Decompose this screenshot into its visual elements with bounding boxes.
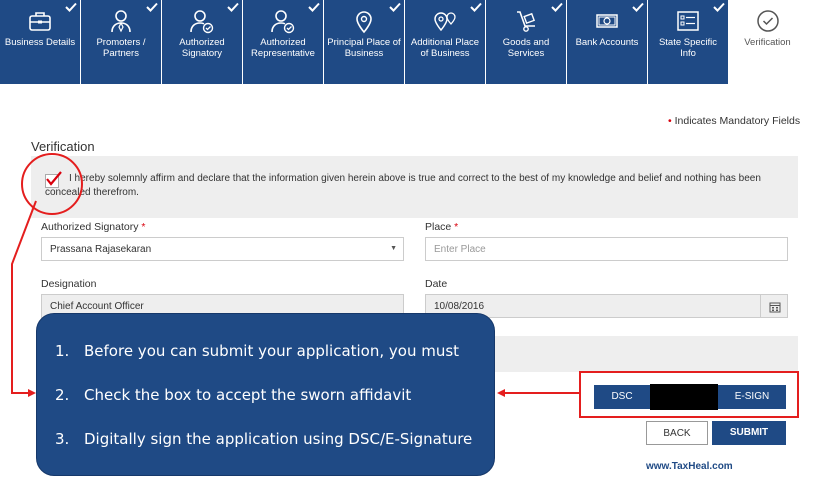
connector-line-left bbox=[11, 200, 37, 394]
tab-business-details[interactable]: Business Details bbox=[0, 0, 81, 84]
hand-truck-icon bbox=[513, 8, 539, 34]
check-icon bbox=[389, 2, 401, 12]
authorized-signatory-value: Prassana Rajasekaran bbox=[50, 244, 152, 255]
calendar-icon bbox=[769, 302, 781, 313]
multi-location-icon bbox=[432, 8, 458, 34]
tab-label: Authorized Signatory bbox=[179, 37, 225, 59]
tab-authorized-signatory[interactable]: Authorized Signatory bbox=[162, 0, 243, 84]
arrowhead-left bbox=[28, 389, 36, 397]
check-icon bbox=[551, 2, 563, 12]
tab-label: Verification bbox=[744, 37, 791, 48]
back-button[interactable]: BACK bbox=[646, 421, 708, 445]
info-list-icon bbox=[675, 8, 701, 34]
mandatory-note-text: Indicates Mandatory Fields bbox=[674, 115, 801, 127]
declaration-panel: I hereby solemnly affirm and declare tha… bbox=[31, 156, 798, 218]
dropdown-arrow-icon: ▼ bbox=[390, 245, 397, 252]
bank-note-icon bbox=[594, 8, 620, 34]
tab-label: Authorized Representative bbox=[251, 37, 315, 59]
tab-label: Additional Place of Business bbox=[410, 37, 480, 59]
site-watermark: www.TaxHeal.com bbox=[646, 461, 733, 472]
tab-principal-place[interactable]: Principal Place of Business bbox=[324, 0, 405, 84]
tab-label: Goods and Services bbox=[502, 37, 550, 59]
tab-label: Bank Accounts bbox=[575, 37, 639, 48]
date-label: Date bbox=[425, 278, 448, 290]
circle-check-icon bbox=[755, 8, 781, 34]
check-icon bbox=[632, 2, 644, 12]
person-icon bbox=[108, 8, 134, 34]
place-input[interactable]: Enter Place bbox=[425, 237, 788, 261]
submit-button[interactable]: SUBMIT bbox=[712, 421, 786, 445]
tab-promoters-partners[interactable]: Promoters / Partners bbox=[81, 0, 162, 84]
person-check-icon bbox=[189, 8, 215, 34]
location-pin-icon bbox=[351, 8, 377, 34]
tab-label: Promoters / Partners bbox=[96, 37, 146, 59]
check-icon bbox=[308, 2, 320, 12]
tab-label: Business Details bbox=[4, 37, 76, 48]
place-placeholder: Enter Place bbox=[434, 244, 486, 255]
check-icon bbox=[713, 2, 725, 12]
mandatory-note: • Indicates Mandatory Fields bbox=[668, 115, 801, 127]
tab-label: State Specific Info bbox=[658, 37, 718, 59]
callout-item-2: 2. Check the box to accept the sworn affi… bbox=[55, 386, 412, 404]
tab-verification[interactable]: Verification bbox=[729, 0, 806, 84]
calendar-button[interactable] bbox=[760, 294, 788, 318]
arrowhead-right bbox=[497, 389, 505, 397]
briefcase-icon bbox=[27, 8, 53, 34]
instruction-callout: 1. Before you can submit your application… bbox=[36, 313, 495, 476]
declaration-text: I hereby solemnly affirm and declare tha… bbox=[45, 173, 761, 198]
tab-additional-place[interactable]: Additional Place of Business bbox=[405, 0, 486, 84]
callout-item-1: 1. Before you can submit your application… bbox=[55, 342, 460, 360]
tab-label: Principal Place of Business bbox=[327, 37, 401, 59]
person-check-icon bbox=[270, 8, 296, 34]
check-icon bbox=[227, 2, 239, 12]
check-icon bbox=[146, 2, 158, 12]
signature-highlight bbox=[579, 371, 799, 418]
check-icon bbox=[470, 2, 482, 12]
section-title: Verification bbox=[31, 139, 95, 154]
authorized-signatory-select[interactable]: Prassana Rajasekaran ▼ bbox=[41, 237, 404, 261]
checkbox-highlight-circle bbox=[21, 153, 83, 215]
designation-label: Designation bbox=[41, 278, 97, 290]
tab-goods-services[interactable]: Goods and Services bbox=[486, 0, 567, 84]
designation-value: Chief Account Officer bbox=[50, 301, 144, 312]
check-icon bbox=[65, 2, 77, 12]
place-label: Place * bbox=[425, 221, 459, 233]
date-value: 10/08/2016 bbox=[434, 301, 485, 312]
callout-item-3: 3. Digitally sign the application using D… bbox=[55, 430, 473, 448]
tab-authorized-representative[interactable]: Authorized Representative bbox=[243, 0, 324, 84]
tab-bank-accounts[interactable]: Bank Accounts bbox=[567, 0, 648, 84]
authorized-signatory-label: Authorized Signatory * bbox=[41, 221, 146, 233]
tab-state-specific-info[interactable]: State Specific Info bbox=[648, 0, 729, 84]
progress-tabs: Business Details Promoters / Partners Au… bbox=[0, 0, 822, 84]
